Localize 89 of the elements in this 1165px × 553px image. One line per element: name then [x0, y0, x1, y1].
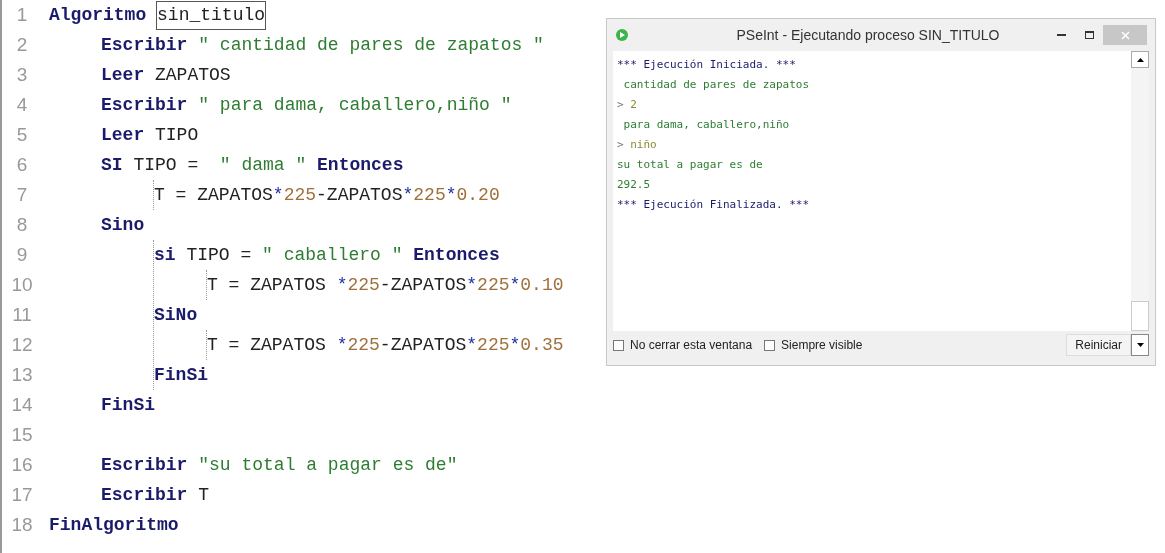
code-keyword: FinAlgoritmo [49, 513, 179, 537]
line-number: 2 [16, 32, 28, 57]
up-arrow-icon [1136, 57, 1144, 62]
code-text: 0.20 [456, 183, 500, 207]
code-keyword: Entonces [413, 243, 500, 267]
code-keyword: Algoritmo [49, 3, 148, 27]
close-icon [1120, 30, 1130, 40]
scrollbar-thumb[interactable] [1131, 301, 1149, 331]
code-keyword: FinSi [101, 393, 155, 417]
code-keyword: Sino [101, 213, 145, 237]
code-keyword: Leer [101, 63, 145, 87]
option-checkbox[interactable]: No cerrar esta ventana [613, 336, 753, 354]
code-text: 0.10 [520, 273, 564, 297]
console-output-text: *** Ejecución Finalizada. *** [617, 196, 811, 213]
code-keyword: si [154, 243, 176, 267]
code-text: * [509, 333, 521, 357]
code-text: -ZAPATOS [316, 183, 403, 207]
line-number: 10 [11, 272, 33, 297]
code-text: TIPO [154, 123, 199, 147]
line-number: 8 [16, 212, 28, 237]
code-text: * [445, 183, 457, 207]
code-keyword: Escribir [101, 453, 188, 477]
code-keyword: SiNo [154, 303, 198, 327]
code-keyword: Entonces [317, 153, 404, 177]
console-output-text: cantidad de pares de zapatos [622, 76, 811, 93]
dropdown-button[interactable] [1131, 334, 1149, 356]
code-text: 225 [413, 183, 446, 207]
line-number: 15 [11, 422, 33, 447]
code-text: TIPO = [132, 153, 200, 177]
line-number: 3 [16, 62, 28, 87]
code-text: " caballero " [262, 243, 404, 267]
code-text: " cantidad de pares de zapatos " [197, 33, 544, 57]
code-text: * [402, 183, 414, 207]
code-text: T [197, 483, 210, 507]
console-entry-text: > niño [617, 136, 658, 153]
code-keyword: Escribir [101, 483, 188, 507]
window-title: PSeInt - Ejecutando proceso SIN_TITULO [735, 25, 1001, 45]
restart-button[interactable]: Reiniciar [1066, 334, 1131, 356]
code-text: * [466, 333, 478, 357]
code-keyword: Escribir [101, 33, 188, 57]
code-text: 225 [347, 333, 380, 357]
console-output-text: su total a pagar es de [617, 156, 764, 173]
code-keyword: Escribir [101, 93, 188, 117]
line-number: 17 [11, 482, 33, 507]
line-number: 7 [16, 182, 28, 207]
line-number: 11 [12, 302, 32, 327]
line-number: 16 [11, 452, 33, 477]
scrollbar[interactable] [1131, 51, 1149, 331]
line-number: 12 [11, 332, 33, 357]
code-keyword: SI [101, 153, 123, 177]
line-number: 4 [16, 92, 28, 117]
line-number: 9 [16, 242, 28, 267]
code-text: * [336, 333, 348, 357]
code-keyword: FinSi [154, 363, 208, 387]
caret-icon [1136, 343, 1144, 347]
line-number: 5 [16, 122, 28, 147]
code-text: 0.35 [520, 333, 564, 357]
code-text: TIPO = [185, 243, 253, 267]
line-number: 13 [11, 362, 33, 387]
code-text: * [509, 273, 521, 297]
code-text: 225 [283, 183, 317, 207]
code-text: " dama " [219, 153, 308, 177]
code-text: T = ZAPATOS [154, 183, 273, 207]
code-text: " para dama, caballero,niño " [197, 93, 512, 117]
code-text: ZAPATOS [154, 63, 231, 87]
scroll-up-button[interactable] [1131, 51, 1149, 68]
code-text: 225 [347, 273, 380, 297]
line-number: 14 [11, 392, 33, 417]
code-text: * [466, 273, 478, 297]
line-number: 6 [16, 152, 28, 177]
option-checkbox[interactable]: Siempre visible [764, 336, 863, 354]
console-entry-text: > 2 [617, 96, 638, 113]
code-text: -ZAPATOS [379, 333, 467, 357]
console-output-text: para dama, caballero,niño [622, 116, 791, 133]
code-text: * [272, 183, 284, 207]
code-text: T = ZAPATOS [207, 273, 327, 297]
code-text: * [336, 273, 348, 297]
code-keyword: Leer [101, 123, 145, 147]
code-text: "su total a pagar es de" [197, 453, 458, 477]
line-number: 18 [11, 512, 33, 537]
app-icon [615, 28, 629, 42]
code-text: -ZAPATOS [379, 273, 467, 297]
console-output-text: *** Ejecución Iniciada. *** [617, 56, 797, 73]
line-number: 1 [16, 2, 28, 27]
code-text: sin_titulo [157, 1, 266, 29]
code-text: 225 [477, 333, 510, 357]
code-text: 225 [477, 273, 510, 297]
code-text: T = ZAPATOS [207, 333, 327, 357]
console-output-text: 292.5 [617, 176, 652, 193]
